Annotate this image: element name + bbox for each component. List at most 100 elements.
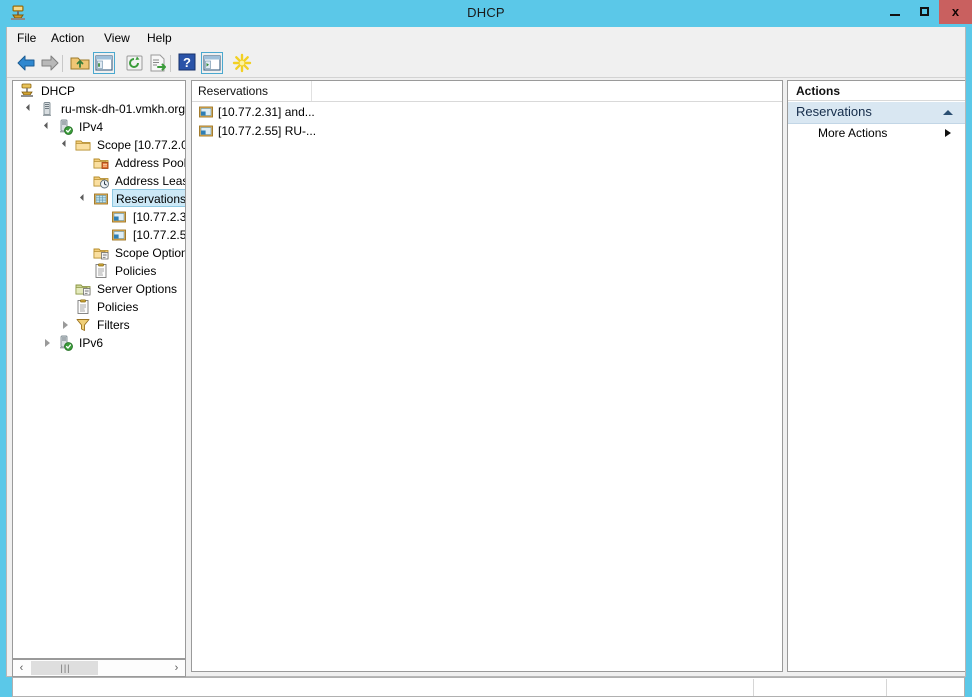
export-list-button[interactable] xyxy=(147,52,169,74)
status-cell-secondary xyxy=(754,678,892,696)
dhcp-root-icon xyxy=(19,83,35,99)
tree-node-label: IPv6 xyxy=(79,336,104,350)
address-pool-icon xyxy=(93,155,109,171)
policies-icon xyxy=(93,263,109,279)
tree-node-label: IPv4 xyxy=(79,120,104,134)
expand-twisty-icon[interactable] xyxy=(61,136,73,154)
address-leases-icon xyxy=(93,173,109,189)
scroll-left-arrow-icon[interactable]: ‹ xyxy=(13,660,30,676)
tree-node-label: Policies xyxy=(97,300,139,314)
collapse-twisty-icon[interactable] xyxy=(43,334,55,352)
svg-text:?: ? xyxy=(183,55,191,70)
more-actions-menu-item[interactable]: More Actions xyxy=(788,123,965,143)
ipv6-icon xyxy=(57,335,73,351)
tree-node-label: Scope Options xyxy=(115,246,186,260)
menu-help[interactable]: Help xyxy=(141,29,178,47)
toolbar: ? xyxy=(7,49,965,78)
tree-node-address-pool[interactable]: Address Pool xyxy=(19,154,186,172)
menu-view[interactable]: View xyxy=(98,29,136,47)
tree-horizontal-scrollbar[interactable]: ‹ ||| › xyxy=(12,659,186,677)
actions-panel-title: Actions xyxy=(788,81,965,101)
tree-node-ipv4[interactable]: IPv4 xyxy=(19,118,103,136)
collapse-twisty-icon[interactable] xyxy=(61,316,73,334)
reservation-item-icon xyxy=(198,105,214,120)
scope-folder-icon xyxy=(75,137,91,153)
tree-node-scope-options[interactable]: Scope Options xyxy=(19,244,186,262)
expand-twisty-icon[interactable] xyxy=(25,100,37,118)
show-hide-action-pane-button[interactable] xyxy=(201,52,223,74)
reservations-icon xyxy=(93,191,109,207)
tree-node-label: Address Pool xyxy=(115,156,186,170)
tree-node-server[interactable]: ru-msk-dh-01.vmkh.org xyxy=(19,100,185,118)
toolbar-separator xyxy=(170,55,171,72)
actions-panel: Actions Reservations More Actions xyxy=(787,80,965,672)
console-tree-panel[interactable]: DHCP ru-msk-dh-01.vmkh.org IPv4 Scope [1… xyxy=(12,80,186,659)
actions-group-label: Reservations xyxy=(796,104,872,119)
tree-node-label: [10.77.2.31] xyxy=(133,210,186,224)
tree-node-policies-server[interactable]: Policies xyxy=(19,298,138,316)
tree-node-label: Server Options xyxy=(97,282,178,296)
refresh-button[interactable] xyxy=(124,52,146,74)
list-column-header-row: Reservations xyxy=(192,81,782,102)
tree-node-ipv6[interactable]: IPv6 xyxy=(19,334,103,352)
tree-node-dhcp[interactable]: DHCP xyxy=(19,82,75,100)
menu-file[interactable]: File xyxy=(11,29,42,47)
tree-node-server-options[interactable]: Server Options xyxy=(19,280,177,298)
menu-action[interactable]: Action xyxy=(45,29,90,47)
tree-node-reservation-item[interactable]: [10.77.2.55] xyxy=(19,226,186,244)
tree-node-label: Scope [10.77.2.0] xyxy=(97,138,186,152)
more-actions-label: More Actions xyxy=(818,126,888,140)
tree-node-reservations[interactable]: Reservations xyxy=(19,189,185,208)
window-title: DHCP xyxy=(467,5,505,20)
tree-node-filters[interactable]: Filters xyxy=(19,316,130,334)
maximize-button[interactable] xyxy=(909,0,939,24)
reservations-list-panel[interactable]: Reservations [10.77.2.31] and... [10.77.… xyxy=(191,80,783,672)
list-item[interactable]: [10.77.2.55] RU-... xyxy=(192,122,782,141)
reservation-item-icon xyxy=(111,209,127,225)
tree-node-label: Filters xyxy=(97,318,130,332)
tree-node-address-leases[interactable]: Address Leases xyxy=(19,172,185,190)
ipv4-icon xyxy=(57,119,73,135)
menu-bar: File Action View Help xyxy=(7,27,965,49)
client-area: File Action View Help ? DHCP ru-msk-dh-0… xyxy=(6,27,966,697)
list-item-label: [10.77.2.31] and... xyxy=(218,105,315,119)
tree-node-label: ru-msk-dh-01.vmkh.org xyxy=(61,102,186,116)
collapse-chevron-icon[interactable] xyxy=(943,110,953,115)
minimize-icon xyxy=(890,14,900,16)
new-item-button[interactable] xyxy=(231,52,253,74)
dhcp-window: DHCP x File Action View Help ? DHCP ru-m… xyxy=(0,0,972,697)
list-item[interactable]: [10.77.2.31] and... xyxy=(192,103,782,122)
column-header-reservations[interactable]: Reservations xyxy=(192,81,312,101)
actions-group-reservations[interactable]: Reservations xyxy=(788,102,965,124)
console-tree: DHCP ru-msk-dh-01.vmkh.org IPv4 Scope [1… xyxy=(13,81,186,641)
close-button[interactable]: x xyxy=(939,0,972,24)
tree-node-policies-scope[interactable]: Policies xyxy=(19,262,156,280)
up-one-level-button[interactable] xyxy=(69,52,91,74)
submenu-chevron-icon xyxy=(945,129,951,137)
list-item-label: [10.77.2.55] RU-... xyxy=(218,124,317,138)
tree-node-label: Address Leases xyxy=(115,174,185,188)
server-icon xyxy=(39,101,55,117)
close-icon: x xyxy=(951,4,960,19)
scrollbar-thumb[interactable]: ||| xyxy=(31,661,98,675)
tree-node-label: Policies xyxy=(115,264,157,278)
policies-icon xyxy=(75,299,91,315)
help-button[interactable]: ? xyxy=(177,52,199,74)
back-button[interactable] xyxy=(15,52,37,74)
show-hide-console-tree-button[interactable] xyxy=(93,52,115,74)
tree-node-label: [10.77.2.55] xyxy=(133,228,186,242)
tree-node-label: DHCP xyxy=(41,84,76,98)
forward-button[interactable] xyxy=(39,52,61,74)
expand-twisty-icon[interactable] xyxy=(43,118,55,136)
tree-node-label: Reservations xyxy=(112,189,185,207)
tree-node-reservation-item[interactable]: [10.77.2.31] xyxy=(19,208,186,226)
reservation-item-icon xyxy=(111,227,127,243)
scroll-right-arrow-icon[interactable]: › xyxy=(168,660,185,676)
maximize-icon xyxy=(919,7,929,16)
toolbar-separator xyxy=(62,55,63,72)
scope-options-icon xyxy=(93,245,109,261)
minimize-button[interactable] xyxy=(880,0,910,24)
tree-node-scope[interactable]: Scope [10.77.2.0] xyxy=(19,136,186,154)
column-header-filler xyxy=(312,81,782,101)
expand-twisty-icon[interactable] xyxy=(79,190,91,208)
